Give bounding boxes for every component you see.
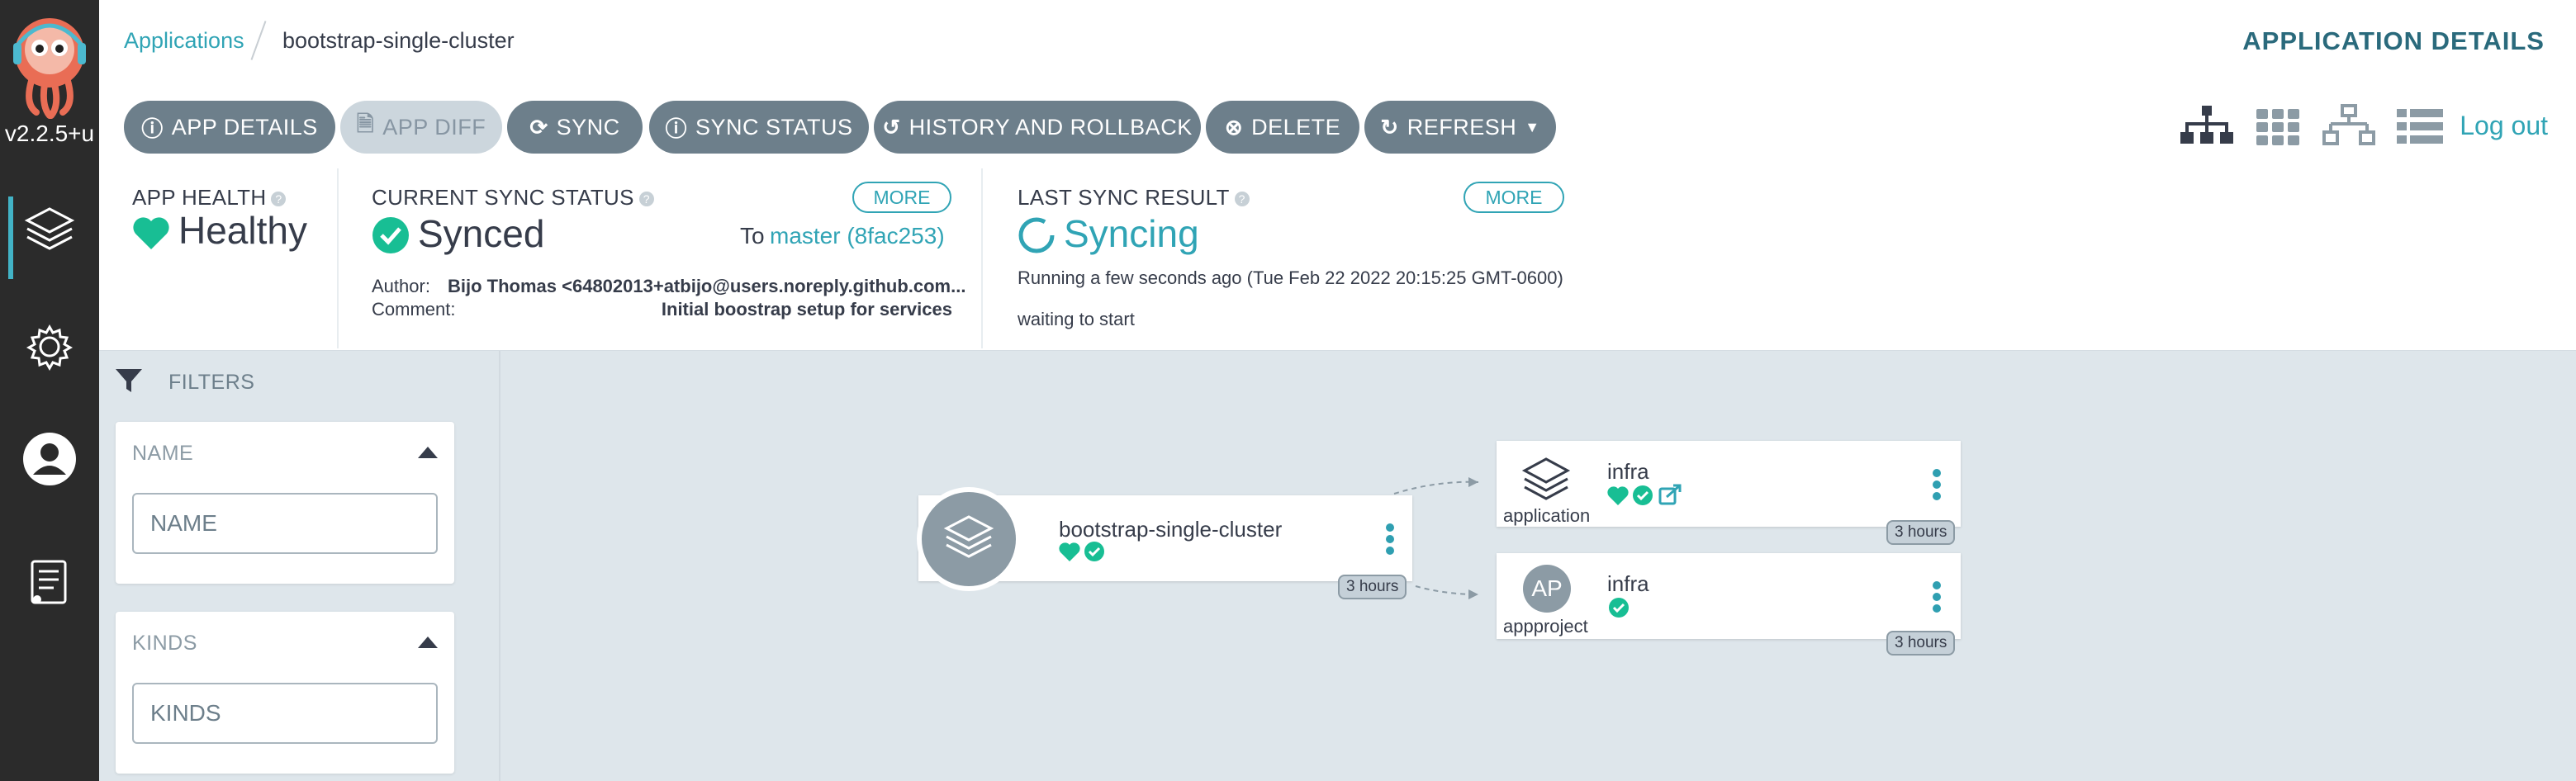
- root-app-name: bootstrap-single-cluster: [1059, 517, 1283, 542]
- kebab-menu-icon[interactable]: [1933, 581, 1941, 616]
- child-node-application[interactable]: application infra: [1497, 441, 1961, 527]
- health-sync-link-icons: [1607, 484, 1682, 505]
- resource-kind-label: application: [1503, 505, 1591, 526]
- child-node-appproject[interactable]: AP appproject infra: [1497, 553, 1961, 639]
- child-app-name: infra: [1607, 459, 1649, 484]
- child-project-name: infra: [1607, 571, 1649, 596]
- root-app-age-badge: 3 hours: [1338, 575, 1407, 599]
- appproject-icon: AP: [1523, 565, 1571, 613]
- kebab-menu-icon[interactable]: [1933, 469, 1941, 504]
- health-sync-icons: [1059, 542, 1104, 561]
- check-circle-icon: [1609, 598, 1629, 618]
- root-app-icon: [917, 487, 1021, 591]
- child-app-age-badge: 3 hours: [1886, 520, 1956, 545]
- kebab-menu-icon[interactable]: [1386, 523, 1394, 558]
- application-icon: [1521, 457, 1571, 500]
- resource-kind-label: appproject: [1503, 616, 1588, 637]
- child-project-age-badge: 3 hours: [1886, 631, 1956, 656]
- graph-edges: [1393, 477, 1479, 599]
